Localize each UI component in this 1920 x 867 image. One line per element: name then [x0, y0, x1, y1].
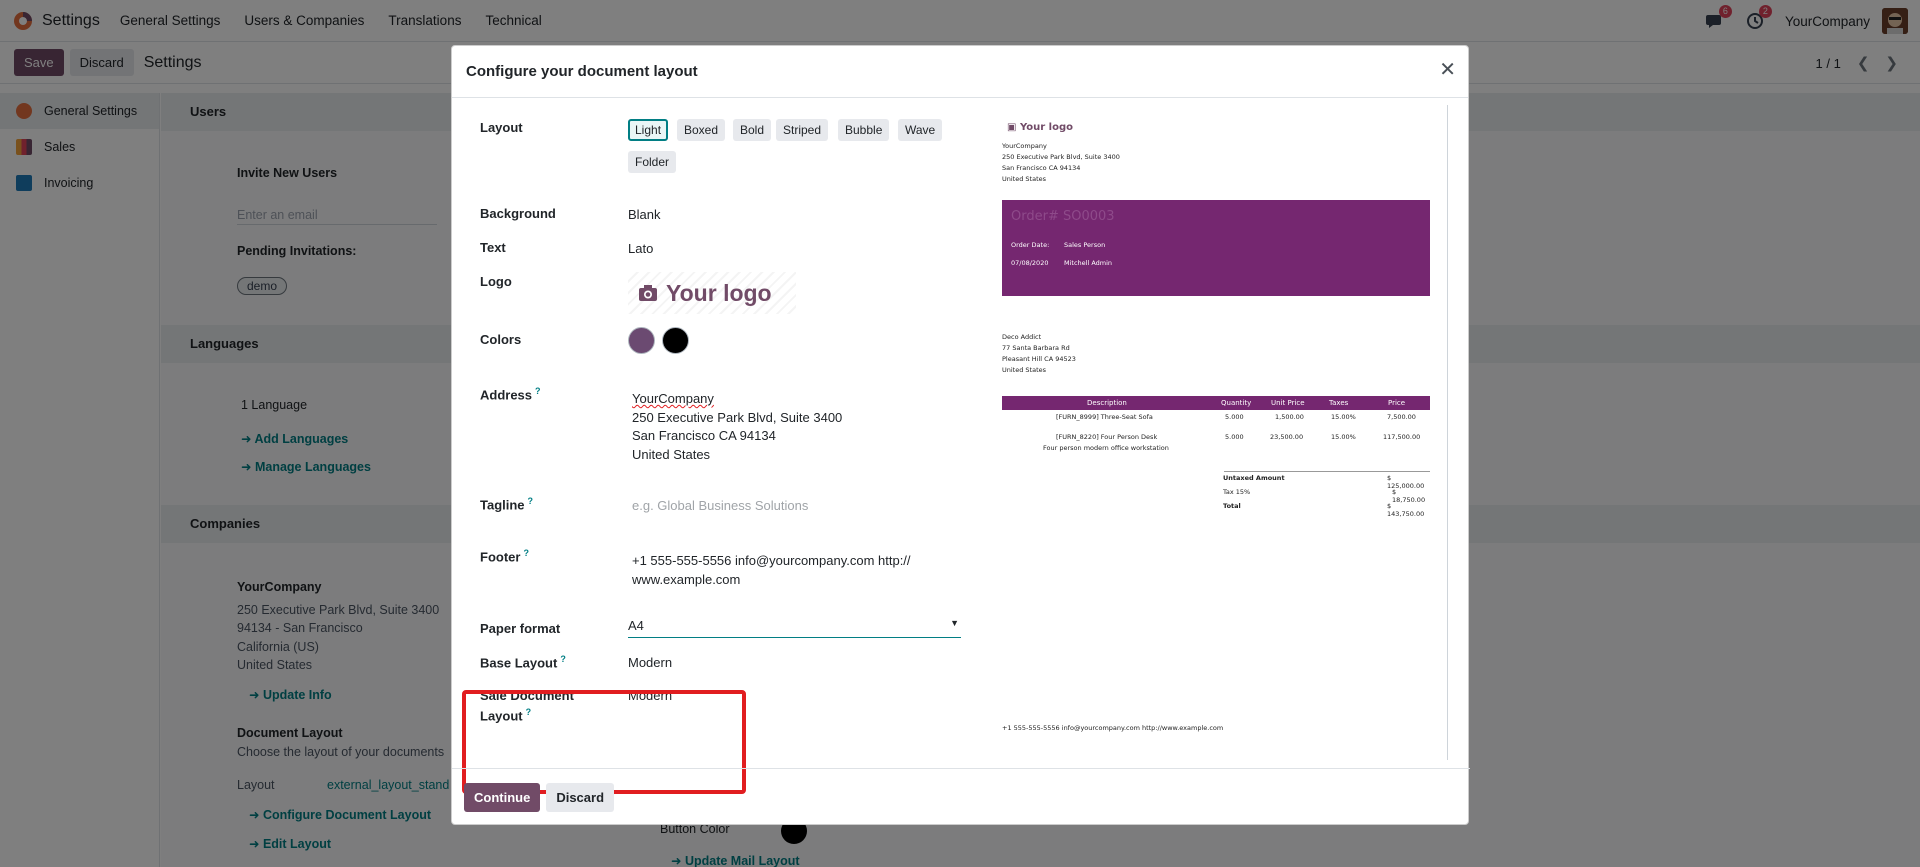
- dialog-discard-button[interactable]: Discard: [546, 783, 615, 812]
- address-label-text: Address: [480, 387, 533, 403]
- layout-option-boxed[interactable]: Boxed: [677, 119, 726, 141]
- preview-tax-label: Tax 15%: [1223, 488, 1251, 496]
- scrollbar[interactable]: [1447, 105, 1448, 760]
- preview-header-band: Order# SO0003 Order Date: Sales Person 0…: [1002, 200, 1430, 296]
- preview-company-line: United States: [1002, 175, 1047, 183]
- preview-customer-line: United States: [1002, 366, 1047, 374]
- preview-row-tax: 15.00%: [1331, 413, 1356, 421]
- background-value[interactable]: Blank: [628, 207, 661, 222]
- layout-option-folder[interactable]: Folder: [628, 151, 677, 173]
- preview-table-header: Description Quantity Unit Price Taxes Pr…: [1002, 396, 1430, 410]
- address-line[interactable]: 250 Executive Park Blvd, Suite 3400: [632, 410, 842, 425]
- paper-format-select[interactable]: A4 ▼: [628, 618, 961, 638]
- footer-label-text: Footer: [480, 549, 521, 565]
- preview-customer-line: Deco Addict: [1002, 333, 1042, 341]
- layout-option-wave[interactable]: Wave: [898, 119, 943, 141]
- footer-line[interactable]: www.example.com: [632, 572, 740, 587]
- preview-logo-text: Your logo: [1019, 122, 1073, 133]
- caret-down-icon: ▼: [950, 618, 959, 628]
- preview-totals-divider: [1224, 471, 1430, 472]
- base-layout-label-text: Base Layout: [480, 655, 558, 671]
- paper-format-value: A4: [628, 618, 644, 633]
- preview-row-unit: 23,500.00: [1270, 433, 1304, 441]
- preview-logo: ▣ Your logo: [1007, 122, 1073, 133]
- preview-customer-line: 77 Santa Barbara Rd: [1002, 344, 1070, 352]
- help-icon[interactable]: ?: [523, 548, 529, 558]
- preview-order-date: 07/08/2020: [1011, 259, 1049, 267]
- preview-untaxed-label: Untaxed Amount: [1223, 474, 1285, 482]
- configure-layout-dialog: Configure your document layout ✕ Layout …: [451, 45, 1470, 826]
- preview-total-label: Total: [1223, 502, 1241, 510]
- preview-row-desc: [FURN_8999] Three-Seat Sofa: [1056, 413, 1153, 421]
- preview-row-qty: 5.000: [1225, 413, 1244, 421]
- layout-option-light[interactable]: Light: [628, 119, 669, 141]
- background-label: Background: [480, 206, 556, 221]
- preview-company-line: 250 Executive Park Blvd, Suite 3400: [1002, 153, 1120, 161]
- paper-format-label: Paper format: [480, 621, 561, 636]
- layout-option-striped[interactable]: Striped: [776, 119, 829, 141]
- address-line[interactable]: YourCompany: [632, 391, 714, 406]
- preview-sales-person-label: Sales Person: [1064, 241, 1106, 249]
- preview-row-price: 7,500.00: [1387, 413, 1416, 421]
- preview-col-taxes: Taxes: [1329, 399, 1349, 407]
- secondary-color-swatch[interactable]: [662, 327, 689, 354]
- preview-col-quantity: Quantity: [1221, 399, 1252, 407]
- tagline-input[interactable]: e.g. Global Business Solutions: [632, 498, 808, 513]
- text-label: Text: [480, 240, 506, 255]
- address-line[interactable]: San Francisco CA 94134: [632, 428, 776, 443]
- tagline-label-text: Tagline: [480, 497, 525, 513]
- help-icon[interactable]: ?: [528, 496, 534, 506]
- close-icon[interactable]: ✕: [1439, 60, 1456, 80]
- dialog-footer: Continue Discard: [452, 768, 1470, 826]
- logo-label: Logo: [480, 274, 512, 289]
- logo-upload[interactable]: Your logo: [628, 272, 796, 314]
- preview-company-block: YourCompany 250 Executive Park Blvd, Sui…: [1002, 141, 1120, 185]
- help-icon[interactable]: ?: [560, 654, 566, 664]
- preview-col-description: Description: [1087, 399, 1127, 407]
- camera-icon: ▣: [1007, 122, 1017, 133]
- footer-line[interactable]: +1 555-555-5556 info@yourcompany.com htt…: [632, 553, 911, 568]
- preview-sales-person: Mitchell Admin: [1064, 259, 1113, 267]
- preview-col-unit-price: Unit Price: [1271, 399, 1305, 407]
- dialog-title: Configure your document layout: [466, 63, 698, 80]
- preview-row-unit: 1,500.00: [1275, 413, 1304, 421]
- layout-label: Layout: [480, 120, 523, 135]
- preview-customer-block: Deco Addict 77 Santa Barbara Rd Pleasant…: [1002, 332, 1076, 376]
- preview-total-value: $ 143,750.00: [1387, 502, 1425, 518]
- tagline-label: Tagline?: [480, 496, 533, 512]
- address-line[interactable]: United States: [632, 447, 710, 462]
- preview-company-line: San Francisco CA 94134: [1002, 164, 1081, 172]
- dialog-header: Configure your document layout: [452, 46, 1468, 98]
- preview-footer: +1 555-555-5556 info@yourcompany.com htt…: [1002, 724, 1224, 732]
- logo-placeholder-text: Your logo: [666, 279, 772, 306]
- preview-order-title: Order# SO0003: [1011, 209, 1115, 224]
- preview-row-desc2: Four person modern office workstation: [1043, 444, 1169, 452]
- base-layout-label: Base Layout?: [480, 654, 566, 670]
- help-icon[interactable]: ?: [535, 386, 541, 396]
- footer-label: Footer?: [480, 548, 529, 564]
- colors-label: Colors: [480, 332, 522, 347]
- text-font-value[interactable]: Lato: [628, 241, 653, 256]
- dialog-body: Layout Light Boxed Bold Striped Bubble W…: [452, 98, 1470, 794]
- preview-customer-line: Pleasant Hill CA 94523: [1002, 355, 1076, 363]
- preview-order-date-label: Order Date:: [1011, 241, 1050, 249]
- camera-icon: [639, 285, 657, 301]
- preview-col-price: Price: [1388, 399, 1406, 407]
- layout-option-bold[interactable]: Bold: [733, 119, 772, 141]
- continue-button[interactable]: Continue: [464, 783, 541, 812]
- layout-option-bubble[interactable]: Bubble: [838, 119, 890, 141]
- primary-color-swatch[interactable]: [628, 327, 655, 354]
- preview-row-tax: 15.00%: [1331, 433, 1356, 441]
- preview-row-qty: 5.000: [1225, 433, 1244, 441]
- preview-row-desc: [FURN_8220] Four Person Desk: [1056, 433, 1158, 441]
- preview-company-line: YourCompany: [1002, 142, 1047, 150]
- preview-row-price: 117,500.00: [1383, 433, 1421, 441]
- address-label: Address?: [480, 386, 541, 402]
- base-layout-value: Modern: [628, 655, 673, 670]
